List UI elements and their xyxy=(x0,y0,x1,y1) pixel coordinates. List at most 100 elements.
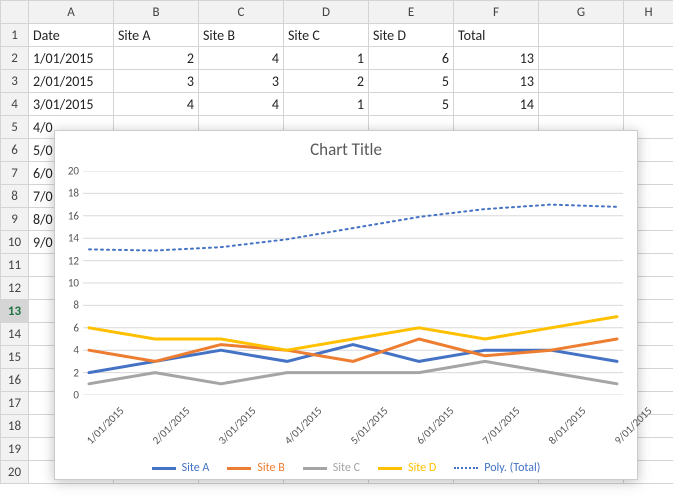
row-header[interactable]: 16 xyxy=(1,369,29,392)
chart-legend[interactable]: Site A Site B Site C Site D Poly. (Total… xyxy=(55,461,637,475)
cell[interactable] xyxy=(624,47,673,70)
row-header[interactable]: 20 xyxy=(1,461,29,484)
cell[interactable] xyxy=(624,24,673,47)
legend-swatch xyxy=(227,467,251,470)
cell[interactable]: 3 xyxy=(114,70,199,93)
cell[interactable]: 1/01/2015 xyxy=(29,47,114,70)
cell[interactable]: Site D xyxy=(369,24,454,47)
y-tick-label: 16 xyxy=(68,209,79,222)
cell[interactable]: 3 xyxy=(199,70,284,93)
legend-swatch xyxy=(303,467,327,470)
chart-x-axis: 1/01/20152/01/20153/01/20154/01/20155/01… xyxy=(83,397,623,447)
legend-item-site-b[interactable]: Site B xyxy=(227,461,284,475)
row-header[interactable]: 8 xyxy=(1,185,29,208)
legend-swatch xyxy=(454,467,478,469)
row-header[interactable]: 4 xyxy=(1,93,29,116)
cell[interactable]: Date xyxy=(29,24,114,47)
row-header[interactable]: 18 xyxy=(1,415,29,438)
column-header[interactable]: F xyxy=(454,1,539,24)
cell[interactable] xyxy=(539,93,624,116)
cell[interactable]: Total xyxy=(454,24,539,47)
legend-swatch xyxy=(152,467,176,470)
cell[interactable]: Site B xyxy=(199,24,284,47)
cell[interactable]: 3/01/2015 xyxy=(29,93,114,116)
y-tick-label: 12 xyxy=(68,254,79,267)
spreadsheet-area: ABCDEFGH1DateSite ASite BSite CSite DTot… xyxy=(0,0,673,502)
cell[interactable]: 2 xyxy=(114,47,199,70)
cell[interactable] xyxy=(624,93,673,116)
legend-label: Poly. (Total) xyxy=(484,461,540,475)
cell[interactable]: 2/01/2015 xyxy=(29,70,114,93)
chart-object[interactable]: Chart Title 02468101214161820 1/01/20152… xyxy=(54,130,638,480)
legend-item-site-d[interactable]: Site D xyxy=(378,461,436,475)
row-header[interactable]: 14 xyxy=(1,323,29,346)
column-header[interactable]: A xyxy=(29,1,114,24)
column-header[interactable]: D xyxy=(284,1,369,24)
y-tick-label: 6 xyxy=(73,321,79,334)
cell[interactable]: 6 xyxy=(369,47,454,70)
cell[interactable]: 1 xyxy=(284,47,369,70)
x-tick-label: 1/01/2015 xyxy=(84,404,127,447)
column-header[interactable]: G xyxy=(539,1,624,24)
row-header[interactable]: 6 xyxy=(1,139,29,162)
x-tick-label: 5/01/2015 xyxy=(348,404,391,447)
select-all-corner[interactable] xyxy=(1,1,29,24)
row-header[interactable]: 7 xyxy=(1,162,29,185)
chart-plot-area[interactable] xyxy=(83,171,623,395)
x-tick-label: 8/01/2015 xyxy=(546,404,589,447)
x-tick-label: 3/01/2015 xyxy=(216,404,259,447)
row-header[interactable]: 12 xyxy=(1,277,29,300)
x-tick-label: 4/01/2015 xyxy=(282,404,325,447)
x-tick-label: 6/01/2015 xyxy=(414,404,457,447)
row-header[interactable]: 13 xyxy=(1,300,29,323)
legend-label: Site A xyxy=(182,461,210,475)
cell[interactable]: 4 xyxy=(199,93,284,116)
legend-label: Site B xyxy=(257,461,284,475)
chart-svg xyxy=(83,171,623,395)
cell[interactable] xyxy=(624,70,673,93)
row-header[interactable]: 2 xyxy=(1,47,29,70)
chart-y-axis: 02468101214161820 xyxy=(55,171,83,395)
cell[interactable] xyxy=(539,47,624,70)
cell[interactable] xyxy=(539,70,624,93)
row-header[interactable]: 1 xyxy=(1,24,29,47)
cell[interactable] xyxy=(539,24,624,47)
cell[interactable]: 13 xyxy=(454,47,539,70)
legend-item-site-c[interactable]: Site C xyxy=(303,461,360,475)
y-tick-label: 10 xyxy=(68,277,79,290)
row-header[interactable]: 10 xyxy=(1,231,29,254)
cell[interactable]: Site C xyxy=(284,24,369,47)
cell[interactable]: 14 xyxy=(454,93,539,116)
legend-label: Site D xyxy=(408,461,436,475)
legend-item-site-a[interactable]: Site A xyxy=(152,461,210,475)
row-header[interactable]: 15 xyxy=(1,346,29,369)
row-header[interactable]: 9 xyxy=(1,208,29,231)
column-header[interactable]: C xyxy=(199,1,284,24)
legend-swatch xyxy=(378,467,402,470)
cell[interactable]: 2 xyxy=(284,70,369,93)
column-header[interactable]: E xyxy=(369,1,454,24)
row-header[interactable]: 19 xyxy=(1,438,29,461)
row-header[interactable]: 11 xyxy=(1,254,29,277)
row-header[interactable]: 3 xyxy=(1,70,29,93)
cell[interactable]: 5 xyxy=(369,93,454,116)
x-tick-label: 7/01/2015 xyxy=(480,404,523,447)
column-header[interactable]: B xyxy=(114,1,199,24)
column-header[interactable]: H xyxy=(624,1,673,24)
row-header[interactable]: 5 xyxy=(1,116,29,139)
chart-title[interactable]: Chart Title xyxy=(55,131,637,162)
cell[interactable]: 5 xyxy=(369,70,454,93)
cell[interactable]: 4 xyxy=(199,47,284,70)
row-header[interactable]: 17 xyxy=(1,392,29,415)
legend-label: Site C xyxy=(333,461,360,475)
y-tick-label: 0 xyxy=(73,389,79,402)
cell[interactable]: 4 xyxy=(114,93,199,116)
y-tick-label: 8 xyxy=(73,299,79,312)
cell[interactable]: 13 xyxy=(454,70,539,93)
cell[interactable]: Site A xyxy=(114,24,199,47)
cell[interactable]: 1 xyxy=(284,93,369,116)
y-tick-label: 20 xyxy=(68,165,79,178)
y-tick-label: 4 xyxy=(73,344,79,357)
legend-item-poly-total[interactable]: Poly. (Total) xyxy=(454,461,540,475)
y-tick-label: 2 xyxy=(73,366,79,379)
